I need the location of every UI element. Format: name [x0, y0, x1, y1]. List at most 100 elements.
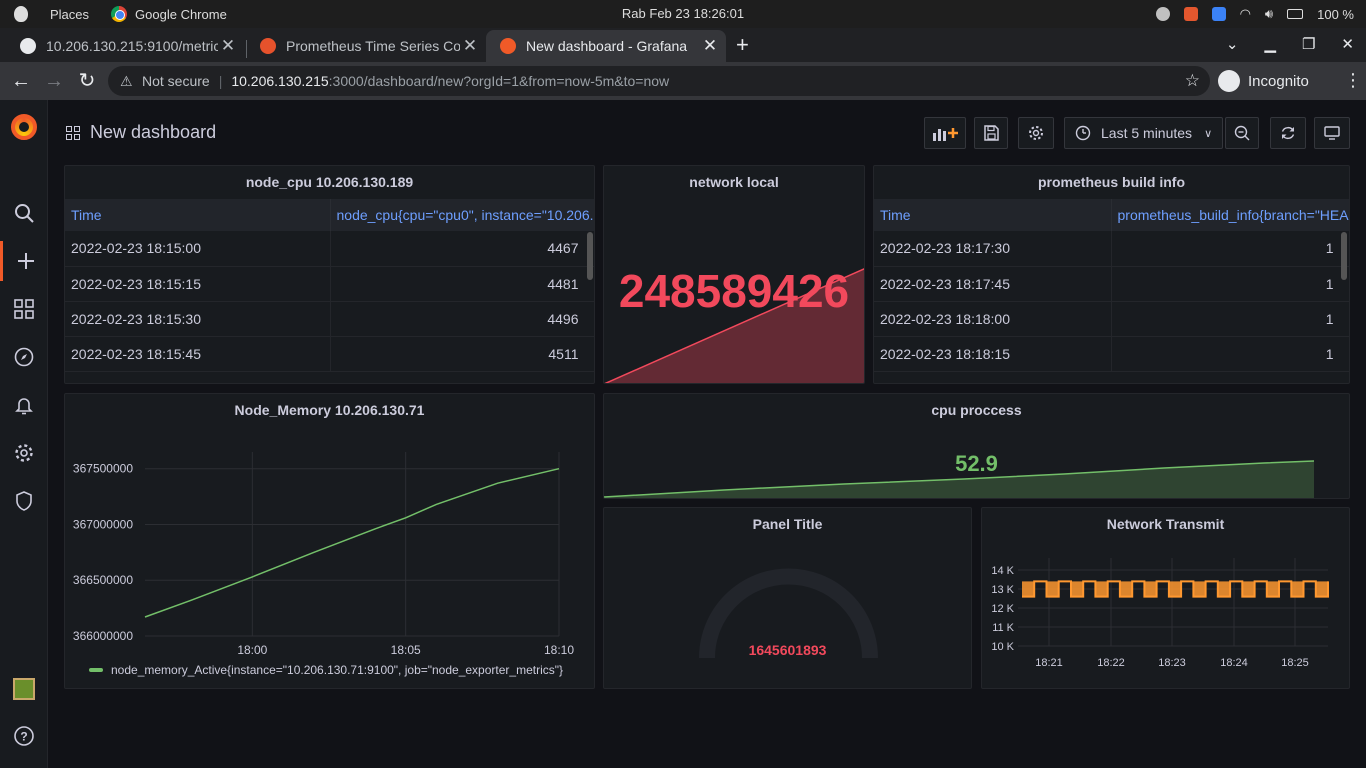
panel-node-memory[interactable]: Node_Memory 10.206.130.71 366000000 36650… — [64, 393, 595, 689]
tray-app-icon-2[interactable] — [1183, 7, 1198, 21]
restore-button[interactable]: ❐ — [1302, 35, 1315, 53]
series-pulse — [1266, 581, 1280, 597]
cell-value: 1 — [1111, 266, 1349, 302]
bookmark-star-icon[interactable]: ☆ — [1185, 71, 1200, 91]
table-row: 2022-02-23 18:15:30 4496 — [65, 301, 594, 337]
warning-icon[interactable]: ⚠ — [120, 73, 136, 90]
x-tick-label: 18:10 — [544, 643, 574, 657]
series-pulse — [1144, 581, 1157, 597]
create-plus-icon[interactable] — [0, 241, 48, 281]
x-tick-label: 18:24 — [1220, 657, 1248, 669]
window-controls: ⌄ ▁ ❐ ✕ — [1226, 30, 1354, 58]
tab-metrics[interactable]: 10.206.130.215:9100/metrics ✕ — [6, 30, 244, 62]
table-header-row: Time node_cpu{cpu="cpu0", instance="10.2… — [65, 199, 594, 231]
dashboards-icon[interactable] — [0, 289, 48, 329]
avatar[interactable] — [13, 678, 35, 700]
scrollbar[interactable] — [1341, 232, 1347, 280]
tray-app-icon-3[interactable] — [1211, 7, 1226, 21]
column-header-time[interactable]: Time — [874, 199, 1112, 231]
security-label[interactable]: Not secure — [142, 73, 210, 89]
cell-time: 2022-02-23 18:17:30 — [874, 231, 1112, 267]
incognito-icon — [1218, 70, 1240, 92]
tab-title: 10.206.130.215:9100/metrics — [46, 38, 218, 54]
incognito-badge[interactable]: Incognito — [1218, 67, 1309, 95]
x-tick-label: 18:23 — [1158, 657, 1186, 669]
time-range-label: Last 5 minutes — [1101, 125, 1193, 141]
profile-label: Incognito — [1248, 72, 1309, 90]
grafana-icon — [500, 38, 516, 54]
close-icon[interactable]: ✕ — [460, 36, 480, 56]
cell-time: 2022-02-23 18:15:30 — [65, 301, 331, 337]
reload-button[interactable]: ↻ — [74, 68, 100, 94]
series-pulse — [1095, 581, 1108, 597]
divider: | — [218, 73, 223, 89]
close-icon[interactable]: ✕ — [700, 36, 720, 56]
battery-icon[interactable] — [1287, 9, 1304, 19]
wifi-icon[interactable]: ◠ — [1240, 6, 1251, 22]
y-tick-label: 366000000 — [73, 629, 133, 643]
memory-chart[interactable]: 366000000 366500000 367000000 367500000 18:0… — [65, 394, 595, 689]
stat-value: 248589426 — [618, 265, 850, 317]
zoom-out-button[interactable] — [1225, 117, 1259, 149]
add-panel-button[interactable] — [924, 117, 966, 149]
series-pulse — [1193, 581, 1206, 597]
search-icon[interactable] — [0, 193, 48, 233]
forward-button[interactable]: → — [41, 68, 67, 94]
transmit-chart[interactable]: 10 K 11 K 12 K 13 K 14 K 18:21 18:22 18:23 18:24… — [982, 508, 1350, 689]
panel-gauge[interactable]: Panel Title 1645601893 — [603, 507, 972, 689]
cell-time: 2022-02-23 18:17:45 — [874, 266, 1112, 302]
column-header-value[interactable]: prometheus_build_info{branch="HEAD" — [1111, 199, 1349, 231]
close-window-button[interactable]: ✕ — [1341, 35, 1354, 53]
y-tick-label: 14 K — [991, 565, 1014, 577]
x-tick-label: 18:00 — [237, 643, 267, 657]
scrollbar[interactable] — [587, 232, 593, 280]
panel-title[interactable]: prometheus build info — [874, 174, 1349, 190]
url-bar[interactable]: ⚠ Not secure | 10.206.130.215 :3000/dash… — [108, 66, 1210, 96]
os-top-bar: Places Google Chrome Rab Feb 23 18:26:01… — [0, 0, 1366, 28]
grafana-sidebar: ? — [0, 100, 48, 768]
panel-prometheus-build-info[interactable]: prometheus build info Time prometheus_bu… — [873, 165, 1350, 384]
battery-level: 100 % — [1317, 6, 1354, 22]
series-line — [144, 467, 560, 618]
explore-compass-icon[interactable] — [0, 337, 48, 377]
alerting-bell-icon[interactable] — [0, 385, 48, 425]
tab-title: New dashboard - Grafana — [526, 38, 688, 54]
back-button[interactable]: ← — [8, 68, 34, 94]
help-icon[interactable]: ? — [0, 716, 48, 756]
column-header-time[interactable]: Time — [65, 199, 331, 231]
dashboard-header[interactable]: New dashboard — [66, 122, 216, 143]
series-pulse — [1070, 581, 1084, 597]
refresh-button[interactable] — [1270, 117, 1306, 149]
x-tick-label: 18:25 — [1281, 657, 1309, 669]
close-icon[interactable]: ✕ — [218, 36, 238, 56]
stat-value: 52.9 — [955, 451, 998, 476]
series-pulse — [1046, 581, 1059, 597]
shield-icon[interactable] — [0, 481, 48, 521]
tv-mode-button[interactable] — [1314, 117, 1350, 149]
y-tick-label: 367500000 — [73, 462, 133, 476]
time-picker[interactable]: Last 5 minutes ∨ — [1064, 117, 1223, 149]
panel-cpu-process[interactable]: cpu proccess 52.9 — [603, 393, 1350, 499]
grafana-logo-icon[interactable] — [11, 114, 37, 140]
settings-button[interactable] — [1018, 117, 1054, 149]
chevron-down-icon[interactable]: ⌄ — [1226, 35, 1239, 53]
url-host: 10.206.130.215 — [231, 73, 329, 89]
gear-icon[interactable] — [0, 433, 48, 473]
chart-legend[interactable]: node_memory_Active{instance="10.206.130.… — [89, 663, 563, 677]
page-title[interactable]: New dashboard — [90, 122, 216, 143]
cell-time: 2022-02-23 18:18:15 — [874, 336, 1112, 372]
new-tab-button[interactable]: + — [736, 32, 749, 58]
panel-title[interactable]: node_cpu 10.206.130.189 — [65, 174, 594, 190]
tray-app-icon[interactable] — [1155, 7, 1170, 21]
volume-icon[interactable]: 🔊︎ — [1265, 6, 1273, 22]
more-menu-icon[interactable]: ⋮ — [1344, 70, 1362, 91]
panel-network-local[interactable]: network local 248589426 — [603, 165, 865, 384]
tab-prometheus[interactable]: Prometheus Time Series Collection ✕ — [246, 30, 486, 62]
panel-network-transmit[interactable]: Network Transmit 10 K 11 K 12 K 13 K 14 K 18:… — [981, 507, 1350, 689]
panel-node-cpu[interactable]: node_cpu 10.206.130.189 Time node_cpu{cp… — [64, 165, 595, 384]
table-row: 2022-02-23 18:18:15 1 — [874, 336, 1349, 372]
column-header-value[interactable]: node_cpu{cpu="cpu0", instance="10.206.13… — [330, 199, 594, 231]
save-dashboard-button[interactable] — [974, 117, 1008, 149]
minimize-button[interactable]: ▁ — [1264, 35, 1276, 53]
tab-grafana[interactable]: New dashboard - Grafana ✕ — [486, 30, 726, 62]
